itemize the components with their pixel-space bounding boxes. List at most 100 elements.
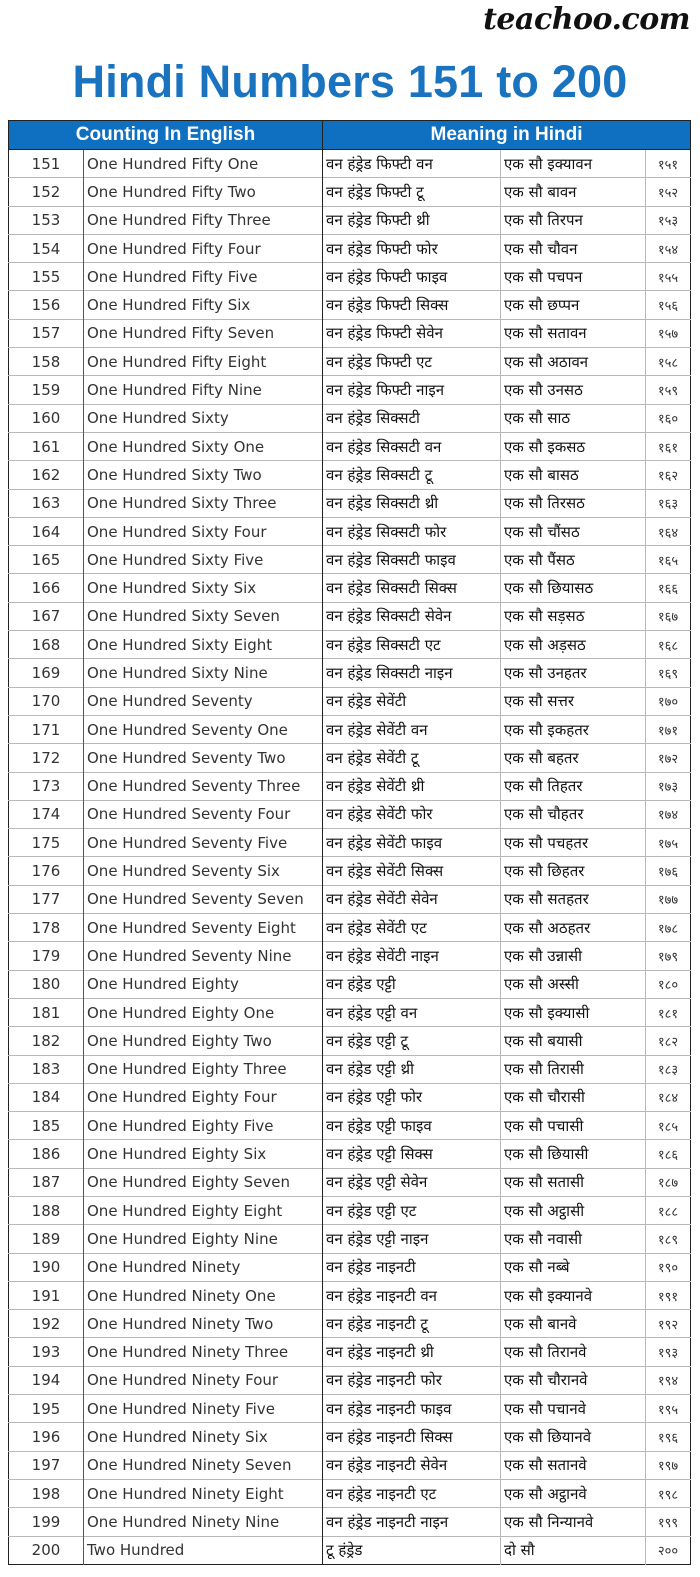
number-cell: 155: [8, 262, 84, 291]
english-words-cell: One Hundred Seventy Two: [83, 743, 324, 773]
number-cell: 179: [8, 941, 84, 971]
transliteration-cell: वन हंड्रेड एट्टी थ्री: [322, 1054, 502, 1084]
hindi-words-cell: एक सौ नवासी: [500, 1224, 647, 1254]
hindi-words-cell: एक सौ छप्पन: [500, 290, 647, 320]
table-row: 178 One Hundred Seventy Eight वन हंड्रेड…: [8, 913, 691, 942]
english-words-cell: One Hundred Seventy Nine: [83, 941, 324, 971]
transliteration-cell: वन हंड्रेड सेवेंटी: [322, 686, 502, 716]
table-row: 158 One Hundred Fifty Eight वन हंड्रेड फ…: [8, 347, 691, 376]
english-words-cell: Two Hundred: [83, 1535, 324, 1565]
table-row: 187 One Hundred Eighty Seven वन हंड्रेड …: [8, 1167, 691, 1197]
hindi-words-cell: एक सौ सतासी: [500, 1167, 647, 1197]
english-words-cell: One Hundred Eighty Three: [83, 1054, 324, 1084]
hindi-words-cell: एक सौ उन्नासी: [500, 941, 647, 971]
number-cell: 183: [8, 1054, 84, 1084]
table-row: 195 One Hundred Ninety Five वन हंड्रेड न…: [8, 1394, 691, 1423]
hindi-words-cell: एक सौ नब्बे: [500, 1252, 647, 1282]
table-row: 159 One Hundred Fifty Nine वन हंड्रेड फि…: [8, 375, 691, 405]
header-counting-in-english: Counting In English: [8, 120, 324, 150]
number-cell: 187: [8, 1167, 84, 1197]
english-words-cell: One Hundred Sixty One: [83, 431, 324, 461]
devanagari-numeral-cell: १५७: [645, 318, 691, 348]
transliteration-cell: वन हंड्रेड एट्टी नाइन: [322, 1224, 502, 1254]
transliteration-cell: वन हंड्रेड सिक्सटी सिक्स: [322, 573, 502, 603]
number-cell: 197: [8, 1450, 84, 1480]
number-cell: 196: [8, 1422, 84, 1452]
devanagari-numeral-cell: १९७: [645, 1450, 691, 1480]
devanagari-numeral-cell: १९६: [645, 1422, 691, 1452]
table-row: 166 One Hundred Sixty Six वन हंड्रेड सिक…: [8, 573, 691, 603]
number-cell: 164: [8, 516, 84, 546]
transliteration-cell: वन हंड्रेड नाइनटी नाइन: [322, 1507, 502, 1537]
english-words-cell: One Hundred Sixty Seven: [83, 601, 324, 631]
transliteration-cell: वन हंड्रेड सेवेंटी टू: [322, 743, 502, 773]
table-row: 175 One Hundred Seventy Five वन हंड्रेड …: [8, 828, 691, 857]
devanagari-numeral-cell: १८४: [645, 1082, 691, 1112]
devanagari-numeral-cell: १८१: [645, 997, 691, 1027]
table-row: 161 One Hundred Sixty One वन हंड्रेड सिक…: [8, 431, 691, 461]
table-header-row: Counting In English Meaning in Hindi: [8, 120, 691, 150]
number-cell: 160: [8, 403, 84, 433]
number-cell: 188: [8, 1195, 84, 1225]
transliteration-cell: वन हंड्रेड सिक्सटी एट: [322, 630, 502, 659]
number-cell: 182: [8, 1026, 84, 1055]
hindi-words-cell: एक सौ अट्ठानवे: [500, 1478, 647, 1508]
hindi-words-cell: एक सौ साठ: [500, 403, 647, 433]
table-row: 176 One Hundred Seventy Six वन हंड्रेड स…: [8, 856, 691, 886]
number-cell: 158: [8, 347, 84, 376]
transliteration-cell: वन हंड्रेड एट्टी सिक्स: [322, 1139, 502, 1169]
transliteration-cell: वन हंड्रेड फिफ्टी सेवेन: [322, 318, 502, 348]
hindi-words-cell: एक सौ अड़सठ: [500, 630, 647, 659]
hindi-words-cell: एक सौ छियासी: [500, 1139, 647, 1169]
devanagari-numeral-cell: १६९: [645, 658, 691, 688]
english-words-cell: One Hundred Ninety Two: [83, 1309, 324, 1338]
devanagari-numeral-cell: १९०: [645, 1252, 691, 1282]
english-words-cell: One Hundred Fifty Two: [83, 177, 324, 207]
devanagari-numeral-cell: १५२: [645, 177, 691, 207]
english-words-cell: One Hundred Ninety Nine: [83, 1507, 324, 1537]
devanagari-numeral-cell: १५६: [645, 290, 691, 320]
table-row: 194 One Hundred Ninety Four वन हंड्रेड न…: [8, 1365, 691, 1395]
number-cell: 176: [8, 856, 84, 886]
number-cell: 174: [8, 799, 84, 829]
hindi-words-cell: एक सौ इक्यासी: [500, 997, 647, 1027]
english-words-cell: One Hundred Fifty Four: [83, 233, 324, 263]
devanagari-numeral-cell: १७९: [645, 941, 691, 971]
devanagari-numeral-cell: १६८: [645, 630, 691, 659]
english-words-cell: One Hundred Sixty: [83, 403, 324, 433]
devanagari-numeral-cell: १७०: [645, 686, 691, 716]
devanagari-numeral-cell: २००: [645, 1535, 691, 1565]
english-words-cell: One Hundred Eighty Six: [83, 1139, 324, 1169]
hindi-words-cell: एक सौ सतानवे: [500, 1450, 647, 1480]
table-row: 162 One Hundred Sixty Two वन हंड्रेड सिक…: [8, 460, 691, 490]
brand-logo: teachoo.com: [483, 2, 690, 37]
devanagari-numeral-cell: १८८: [645, 1195, 691, 1225]
table-row: 168 One Hundred Sixty Eight वन हंड्रेड स…: [8, 630, 691, 659]
table-row: 198 One Hundred Ninety Eight वन हंड्रेड …: [8, 1478, 691, 1508]
transliteration-cell: वन हंड्रेड फिफ्टी थ्री: [322, 205, 502, 235]
transliteration-cell: वन हंड्रेड नाइनटी थ्री: [322, 1337, 502, 1367]
table-row: 155 One Hundred Fifty Five वन हंड्रेड फि…: [8, 262, 691, 291]
hindi-words-cell: एक सौ पचासी: [500, 1111, 647, 1140]
number-cell: 152: [8, 177, 84, 207]
transliteration-cell: वन हंड्रेड फिफ्टी फाइव: [322, 262, 502, 291]
devanagari-numeral-cell: १८०: [645, 969, 691, 999]
transliteration-cell: वन हंड्रेड फिफ्टी नाइन: [322, 375, 502, 405]
number-cell: 163: [8, 488, 84, 518]
hindi-words-cell: एक सौ सतहतर: [500, 884, 647, 914]
number-cell: 157: [8, 318, 84, 348]
transliteration-cell: वन हंड्रेड सेवेंटी फोर: [322, 799, 502, 829]
table-row: 200 Two Hundred टू हंड्रेड दो सौ २००: [8, 1535, 691, 1565]
english-words-cell: One Hundred Ninety Four: [83, 1365, 324, 1395]
table-row: 183 One Hundred Eighty Three वन हंड्रेड …: [8, 1054, 691, 1084]
number-cell: 162: [8, 460, 84, 490]
transliteration-cell: टू हंड्रेड: [322, 1535, 502, 1565]
english-words-cell: One Hundred Sixty Five: [83, 545, 324, 574]
english-words-cell: One Hundred Ninety One: [83, 1280, 324, 1310]
devanagari-numeral-cell: १९२: [645, 1309, 691, 1338]
devanagari-numeral-cell: १६३: [645, 488, 691, 518]
devanagari-numeral-cell: १७६: [645, 856, 691, 886]
devanagari-numeral-cell: १५९: [645, 375, 691, 405]
devanagari-numeral-cell: १९८: [645, 1478, 691, 1508]
english-words-cell: One Hundred Seventy Eight: [83, 913, 324, 942]
